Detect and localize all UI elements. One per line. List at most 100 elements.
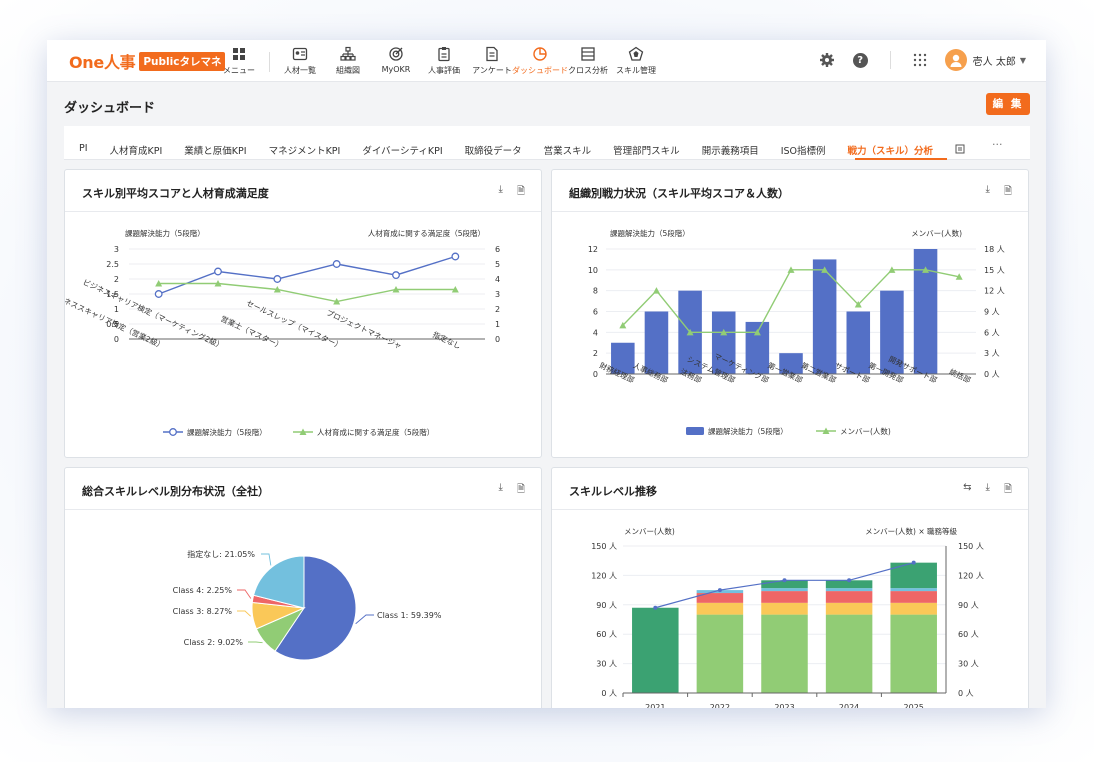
nav-item-hr-evaluation[interactable]: 人事評価 <box>420 46 468 76</box>
logo[interactable]: One人事 Publicタレマネ <box>69 50 226 72</box>
gear-icon[interactable] <box>819 52 835 68</box>
y-tick-label-right: 30 人 <box>958 660 979 669</box>
help-icon[interactable]: ? <box>852 52 868 68</box>
tab-skill-analysis[interactable]: 戦力（スキル）分析 <box>848 143 934 157</box>
tab-disclosure-items[interactable]: 開示義務項目 <box>702 143 759 157</box>
active-tab-indicator <box>855 158 947 160</box>
menu-label: メニュー <box>223 66 255 75</box>
stacked-bar-segment <box>890 562 937 589</box>
y-tick-label-left: 4 <box>593 328 598 337</box>
export-file-icon[interactable]: 🗎 <box>517 482 525 499</box>
y-tick-label-left: 3 <box>114 245 119 254</box>
y-tick-label-right: 1 <box>495 320 500 329</box>
data-point-total <box>782 578 787 583</box>
tab-edit-icon[interactable] <box>955 144 965 154</box>
edit-button[interactable]: 編 集 <box>986 93 1030 115</box>
menu-button[interactable]: メニュー <box>215 46 263 76</box>
stacked-bar-segment <box>761 614 808 693</box>
pie-slice-label: Class 2: 9.02% <box>184 638 244 647</box>
data-point-total <box>717 588 722 593</box>
y-axis-label-left: メンバー(人数) <box>624 526 675 536</box>
stacked-bar-segment <box>761 591 808 603</box>
person-list-icon <box>292 47 308 61</box>
legend-label: メンバー(人数) <box>840 426 891 436</box>
header-divider <box>889 51 891 69</box>
y-tick-label-left: 0 <box>114 335 119 344</box>
x-tick-label: 2021 <box>645 703 665 708</box>
user-name[interactable]: 壱人 太郎 <box>973 53 1016 68</box>
tab-hr-development-kpi[interactable]: 人材育成KPI <box>110 143 163 157</box>
swap-icon[interactable]: ⇆ <box>963 482 971 499</box>
avatar[interactable] <box>944 49 967 71</box>
y-tick-label-left: 30 人 <box>596 660 617 669</box>
x-tick-label: 2025 <box>904 703 924 708</box>
card-actions: ⤓ 🗎 <box>485 184 525 201</box>
y-tick-label-left: 8 <box>593 287 598 296</box>
pie-label-leader <box>237 610 251 617</box>
tab-director-data[interactable]: 取締役データ <box>465 143 522 157</box>
tab-sales-skill[interactable]: 営業スキル <box>544 143 592 157</box>
y-tick-label-left: 10 <box>588 266 598 275</box>
tab-management-kpi[interactable]: マネジメントKPI <box>269 143 341 157</box>
card-header: スキル別平均スコアと人材育成満足度 ⤓ 🗎 <box>65 170 541 212</box>
y-tick-label-left: 1 <box>114 305 119 314</box>
y-axis-label-right: メンバー(人数) <box>911 228 962 238</box>
tab-admin-skill[interactable]: 管理部門スキル <box>613 143 680 157</box>
top-navigation-bar: One人事 Publicタレマネ メニュー 人材一覧 組織図 MyOKR 人事評… <box>47 40 1046 82</box>
tab-pi[interactable]: PI <box>79 143 88 157</box>
y-tick-label-right: 2 <box>495 305 500 314</box>
y-tick-label-left: 90 人 <box>596 601 617 610</box>
nav-label: 組織図 <box>336 66 360 75</box>
x-tick-label: 2024 <box>839 703 859 708</box>
legend-marker-problem-solving <box>169 428 177 436</box>
pie-slice-label: Class 1: 59.39% <box>377 611 442 620</box>
pie-label-leader <box>237 589 252 599</box>
export-file-icon[interactable]: 🗎 <box>517 184 525 201</box>
y-tick-label-left: 2 <box>593 349 598 358</box>
clipboard-icon <box>438 47 450 62</box>
y-tick-label-right: 0 人 <box>958 689 974 698</box>
header-right-controls: ? 壱人 太郎 ▼ <box>819 49 1026 71</box>
nav-label: 人事評価 <box>428 66 460 75</box>
legend-label: 課題解決能力（5段階） <box>708 426 788 436</box>
download-icon[interactable]: ⤓ <box>499 184 503 201</box>
nav-item-org-chart[interactable]: 組織図 <box>324 46 372 76</box>
export-file-icon[interactable]: 🗎 <box>1004 482 1012 499</box>
nav-item-cross-analysis[interactable]: クロス分析 <box>564 46 612 76</box>
y-axis-label-left: 課題解決能力（5段階） <box>125 228 205 238</box>
card-header: 組織別戦力状況（スキル平均スコア＆人数） ⤓ 🗎 <box>552 170 1028 212</box>
stacked-bar-segment <box>632 607 679 693</box>
nav-item-myokr[interactable]: MyOKR <box>372 46 420 76</box>
tab-performance-cost-kpi[interactable]: 業績と原価KPI <box>184 143 246 157</box>
main-nav: メニュー 人材一覧 組織図 MyOKR 人事評価 アンケート ダッシュボード ク… <box>215 46 660 76</box>
download-icon[interactable]: ⤓ <box>499 482 503 499</box>
stacked-bar-segment <box>825 614 873 693</box>
y-tick-label-right: 120 人 <box>958 571 984 580</box>
more-tabs-button[interactable]: ··· <box>992 138 1003 151</box>
dashboard-icon <box>533 47 547 61</box>
y-tick-label-left: 0 <box>593 370 598 379</box>
legend-label: 人材育成に関する満足度（5段階） <box>317 427 434 437</box>
apps-grid-icon[interactable] <box>913 53 927 67</box>
chart-card-skill-score: スキル別平均スコアと人材育成満足度 ⤓ 🗎 課題解決能力（5段階） 人材育成に関す… <box>64 169 542 458</box>
y-tick-label-right: 3 <box>495 290 500 299</box>
chevron-down-icon[interactable]: ▼ <box>1020 56 1026 65</box>
tab-diversity-kpi[interactable]: ダイバーシティKPI <box>362 143 442 157</box>
download-icon[interactable]: ⤓ <box>986 184 990 201</box>
logo-main-text: One人事 <box>69 53 136 72</box>
nav-label: クロス分析 <box>568 66 608 75</box>
nav-divider <box>269 52 270 72</box>
nav-item-skill-management[interactable]: スキル管理 <box>612 46 660 76</box>
nav-item-survey[interactable]: アンケート <box>468 46 516 76</box>
download-icon[interactable]: ⤓ <box>986 482 990 499</box>
tab-list: PI 人材育成KPI 業績と原価KPI マネジメントKPI ダイバーシティKPI… <box>79 143 965 157</box>
nav-item-talent-list[interactable]: 人材一覧 <box>276 46 324 76</box>
chart-card-skill-trend: スキルレベル推移 ⇆ ⤓ 🗎 メンバー(人数) メンバー(人数) × 職務等級 0 … <box>551 467 1029 708</box>
export-file-icon[interactable]: 🗎 <box>1004 184 1012 201</box>
tab-iso-examples[interactable]: ISO指標例 <box>781 143 826 157</box>
nav-item-dashboard[interactable]: ダッシュボード <box>512 46 568 76</box>
stacked-bar-segment <box>761 588 808 592</box>
pie-slice-label: 指定なし: 21.05% <box>187 549 255 559</box>
y-tick-label-left: 2 <box>114 275 119 284</box>
nav-label: アンケート <box>472 66 512 75</box>
